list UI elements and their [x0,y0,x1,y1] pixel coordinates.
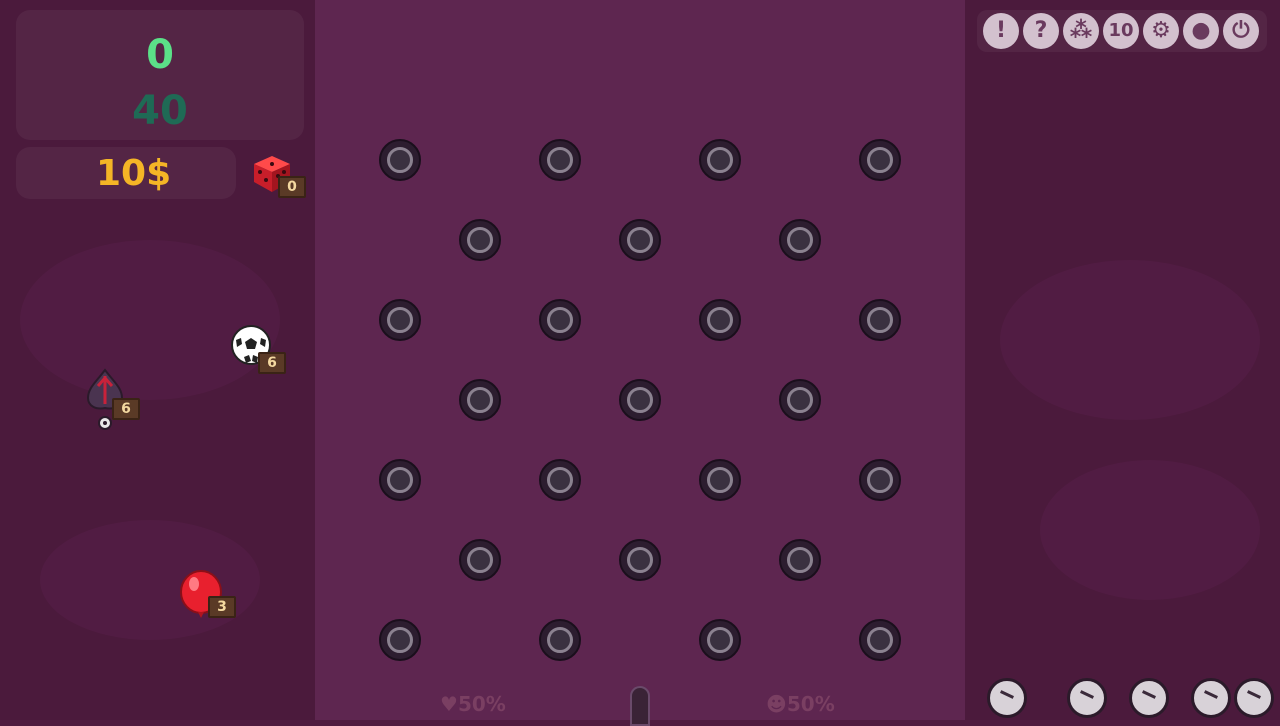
queued-ball-icon [1234,678,1274,718]
soccer-ball-item[interactable]: 6 [230,324,286,374]
spade-bomb-item[interactable]: 6 [84,368,140,432]
alert-icon[interactable]: ! [983,13,1019,49]
peg [699,299,741,341]
peg [859,299,901,341]
spade-bomb-count: 6 [112,398,140,420]
bg-blob [1040,460,1260,600]
soccer-ball-count: 6 [258,352,286,374]
peg [459,379,501,421]
peg [459,219,501,261]
peg [779,379,821,421]
bg-blob [20,240,280,400]
board-bg [315,0,965,720]
speed-icon[interactable]: 10 [1103,13,1139,49]
top-toolbar: ! ? ⁂ 10 ⚙ ● ⏻ [977,10,1267,52]
queued-ball-icon [1129,678,1169,718]
left-odds: ♥50% [440,692,506,716]
dice-count: 0 [278,176,306,198]
peg [379,459,421,501]
peg [699,619,741,661]
money-panel: 10$ [16,147,236,199]
ball-launcher[interactable] [630,686,650,726]
balls-icon[interactable]: ⁂ [1063,13,1099,49]
money-amount: 10$ [96,153,172,194]
score-panel: 0 40 [16,10,304,140]
peg [539,299,581,341]
current-score: 0 [146,32,174,78]
peg [379,619,421,661]
right-odds-icon: ☻ [766,692,787,716]
queued-ball-icon [1067,678,1107,718]
power-icon[interactable]: ⏻ [1223,13,1259,49]
red-balloon-count: 3 [208,596,236,618]
right-odds-value: 50% [786,692,835,716]
peg [859,459,901,501]
target-score: 40 [132,88,188,134]
peg [379,139,421,181]
queued-ball-icon [1191,678,1231,718]
right-odds: ☻50% [766,692,835,716]
peg [779,539,821,581]
peg [619,379,661,421]
bg-blob [1000,260,1260,420]
peg [539,139,581,181]
dice-item[interactable]: 0 [250,150,306,198]
settings-icon[interactable]: ⚙ [1143,13,1179,49]
peg [539,459,581,501]
left-odds-icon: ♥ [440,692,458,716]
peg [539,619,581,661]
bg-blob [40,520,260,640]
peg [699,139,741,181]
peg [459,539,501,581]
peg [699,459,741,501]
peg [619,539,661,581]
peg [859,619,901,661]
profile-icon[interactable]: ● [1183,13,1219,49]
left-odds-value: 50% [457,692,506,716]
peg [619,219,661,261]
queued-ball-icon [987,678,1027,718]
peg [859,139,901,181]
help-icon[interactable]: ? [1023,13,1059,49]
peg [779,219,821,261]
peg [379,299,421,341]
red-balloon-item[interactable]: 3 [180,570,236,618]
